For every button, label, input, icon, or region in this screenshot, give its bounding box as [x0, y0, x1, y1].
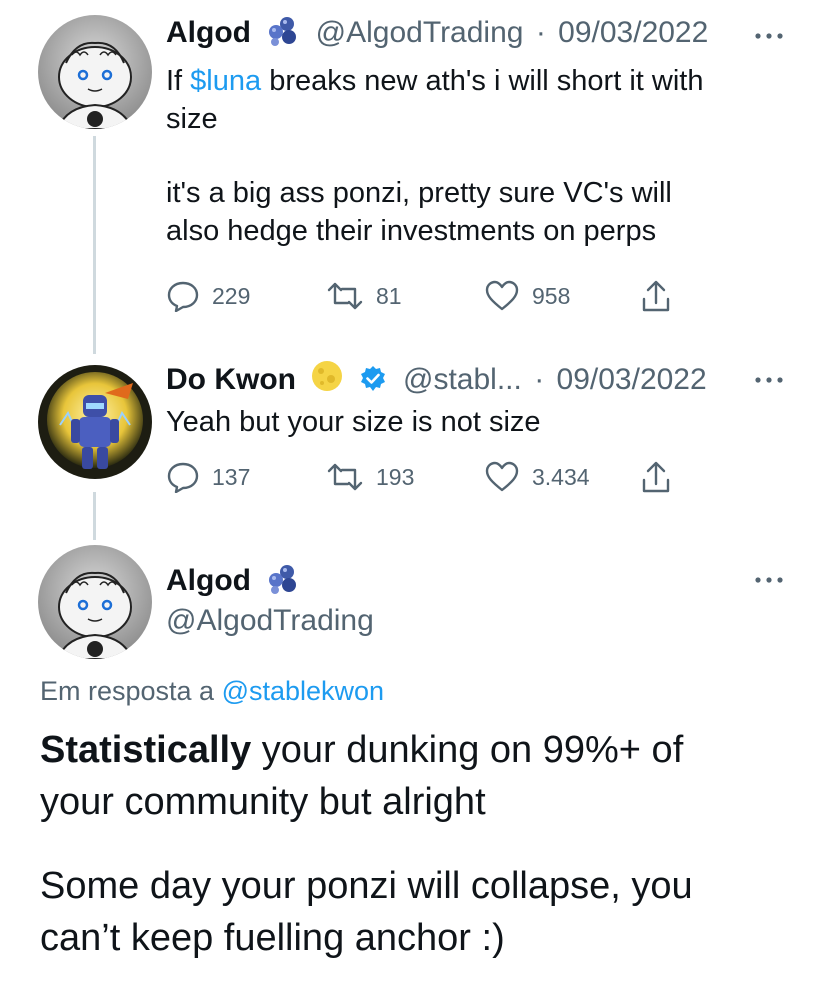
avatar-algod[interactable] — [38, 15, 152, 129]
main-tweet-author: Algod — [166, 563, 299, 603]
retweet-icon — [327, 282, 363, 310]
tweet1-para2-line1: it's a big ass ponzi, pretty sure VC's w… — [166, 177, 672, 209]
more-icon — [755, 577, 783, 583]
tweet1-author-name[interactable]: Algod — [166, 16, 251, 49]
tweet2-share-button[interactable] — [640, 460, 672, 494]
tweet1-reply-button[interactable]: 229 — [166, 279, 250, 313]
reply-to-mention-link[interactable]: @stablekwon — [222, 676, 385, 706]
main-tweet-author-name[interactable]: Algod — [166, 564, 251, 597]
cashtag-luna-link[interactable]: $luna — [190, 65, 261, 97]
tweet1-line1-rest: breaks new ath's i will short it with — [261, 65, 704, 97]
tweet2-header: Do Kwon @stabl... · 09/03/2022 — [166, 359, 707, 402]
main-tweet-text-para2: Some day your ponzi will collapse, you c… — [40, 860, 810, 964]
tweet1-retweet-count: 81 — [376, 282, 402, 309]
tweet2-retweet-button[interactable]: 193 — [326, 460, 414, 494]
tweet1-text-prefix: If — [166, 65, 191, 97]
tweet1-para2-line2: also hedge their investments on perps — [166, 215, 657, 247]
tweet1-line2: size — [166, 103, 218, 135]
tweet2-reply-count: 137 — [212, 463, 251, 490]
tweet2-more-button[interactable] — [753, 375, 785, 385]
tweet1-like-count: 958 — [532, 282, 571, 309]
tweet1-more-button[interactable] — [753, 31, 785, 41]
tweet1-separator: · — [535, 16, 546, 49]
main-tweet-line2: your community but alright — [40, 781, 486, 823]
main-tweet-handle[interactable]: @AlgodTrading — [166, 603, 374, 639]
avatar-algod-main[interactable] — [38, 545, 152, 659]
tweet1-retweet-button[interactable]: 81 — [326, 279, 402, 313]
tweet1-line1: If $luna breaks new ath's i will short i… — [166, 62, 703, 100]
tweet1-header: Algod @AlgodTrading · 09/03/2022 — [166, 15, 708, 55]
reply-to-line: Em resposta a @stablekwon — [40, 674, 384, 708]
share-icon — [642, 461, 670, 493]
tweet1-reply-count: 229 — [212, 282, 251, 309]
tweet2-separator: · — [534, 363, 545, 396]
more-icon — [755, 33, 783, 39]
reply-icon — [167, 462, 199, 493]
tweet1-date[interactable]: 09/03/2022 — [558, 16, 708, 49]
main-tweet-para2-line2: can’t keep fuelling anchor :) — [40, 917, 505, 959]
heart-icon — [485, 461, 519, 492]
reply-icon — [167, 281, 199, 312]
tweet2-text: Yeah but your size is not size — [166, 406, 541, 438]
heart-icon — [485, 280, 519, 311]
cluster-emoji-icon — [265, 16, 299, 55]
algod-avatar-image — [38, 15, 152, 129]
tweet2-retweet-count: 193 — [376, 463, 415, 490]
tweet1-handle[interactable]: @AlgodTrading — [316, 16, 524, 49]
verified-badge-icon — [359, 365, 387, 402]
more-icon — [755, 377, 783, 383]
thread-line-1 — [93, 136, 96, 354]
do-kwon-avatar-image — [38, 365, 152, 479]
thread-line-2 — [93, 492, 96, 540]
tweet2-handle[interactable]: @stabl... — [403, 363, 522, 396]
retweet-icon — [327, 463, 363, 491]
tweet2-date[interactable]: 09/03/2022 — [557, 363, 707, 396]
algod-avatar-image — [38, 545, 152, 659]
tweet2-like-count: 3.434 — [532, 463, 590, 490]
tweet2-like-button[interactable]: 3.434 — [484, 460, 590, 494]
main-tweet-text: Statistically your dunking on 99%+ of yo… — [40, 724, 810, 828]
tweet2-author-name[interactable]: Do Kwon — [166, 363, 296, 396]
main-tweet-more-button[interactable] — [753, 575, 785, 585]
tweet2-reply-button[interactable]: 137 — [166, 460, 250, 494]
tweet1-text: If $luna breaks new ath's i will short i… — [166, 62, 703, 250]
tweet1-like-button[interactable]: 958 — [484, 279, 570, 313]
main-tweet-line1-rest: your dunking on 99%+ of — [251, 729, 684, 771]
moon-emoji-icon — [310, 359, 344, 402]
main-tweet-para2-line1: Some day your ponzi will collapse, you — [40, 865, 693, 907]
tweet1-share-button[interactable] — [640, 279, 672, 313]
main-tweet-line1: Statistically your dunking on 99%+ of — [40, 724, 810, 776]
main-tweet-bold-word: Statistically — [40, 729, 252, 771]
avatar-do-kwon[interactable] — [38, 365, 152, 479]
reply-to-prefix: Em resposta a — [40, 676, 222, 706]
share-icon — [642, 280, 670, 312]
cluster-emoji-icon — [265, 564, 299, 603]
